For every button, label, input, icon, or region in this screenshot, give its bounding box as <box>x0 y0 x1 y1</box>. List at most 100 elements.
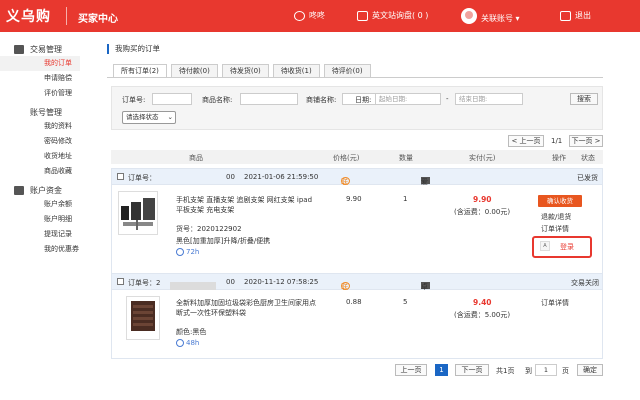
order-status: 已发货 <box>577 174 598 182</box>
ship-time-badge: 72h <box>176 248 199 256</box>
ship-time: 48h <box>186 339 200 347</box>
paid-amount: 9.90 <box>473 195 492 204</box>
order-no-value: 00 <box>226 173 235 181</box>
order-tabs: 所有订单(2) 待付款(0) 待发货(0) 待收货(1) 待评价(0) <box>113 64 371 78</box>
col-product: 商品 <box>189 154 203 162</box>
order-time: 2021-01-06 21:59:50 <box>244 173 319 181</box>
breadcrumb: 我购买的订单 <box>107 44 160 54</box>
chat-icon <box>294 10 305 21</box>
sidebar-group-label: 账号管理 <box>30 107 62 117</box>
logout-label: 退出 <box>575 11 591 20</box>
account-label: 关联账号 ▾ <box>481 14 520 23</box>
sidebar-item-details[interactable]: 账户明细 <box>0 212 80 227</box>
product-name-label: 商品名称: <box>202 96 233 104</box>
refund-link[interactable]: 退款/退货 <box>541 212 571 222</box>
login-button[interactable]: A 登录 <box>532 236 592 258</box>
product-title-line: 断式一次性环保塑料袋 <box>176 309 246 317</box>
product-title-link[interactable]: 手机支架 直播支架 追剧支架 网红支架 ipad 平板支架 充电支架 <box>176 195 326 215</box>
sidebar-item-balance[interactable]: 账户余额 <box>0 197 80 212</box>
order-header: 订单号： 00 2021-01-06 21:59:50 联系卖家 爱咪叭网商 已… <box>112 169 602 226</box>
sidebar-item-password[interactable]: 密码修改 <box>0 134 80 149</box>
order-time: 2020-11-12 07:58:25 <box>244 278 319 286</box>
top-prev-page-button[interactable]: < 上一页 <box>508 135 544 147</box>
order-no-label: 订单号: <box>122 96 146 104</box>
sidebar-item-reviews[interactable]: 评价管理 <box>0 86 80 101</box>
ship-time: 72h <box>186 248 200 256</box>
sidebar-item-profile[interactable]: 我的资料 <box>0 119 80 134</box>
product-thumbnail[interactable] <box>118 191 158 235</box>
order-header: 订单号：2 00 2020-11-12 07:58:25 联系卖家 卓凡儿童文具… <box>112 274 602 341</box>
end-date-input[interactable]: 结束日期: <box>455 93 523 105</box>
sidebar-item-my-orders[interactable]: 我的订单 <box>0 56 80 71</box>
logout-link[interactable]: 退出 <box>560 10 591 21</box>
table-header: 商品 价格(元) 数量 实付(元) 操作 状态 <box>111 150 603 164</box>
page-title: 买家中心 <box>78 14 118 25</box>
product-spec: 黑色[加重加厚]升降/折叠/便携 <box>176 237 271 245</box>
chevron-down-icon: ⌄ <box>167 113 173 121</box>
clock-icon <box>176 339 184 347</box>
col-status: 状态 <box>581 154 595 162</box>
login-avatar-icon: A <box>540 241 550 251</box>
status-select-value: 请选择状态 <box>126 113 159 121</box>
inbox-icon <box>357 10 368 21</box>
trash-bag-image <box>131 301 155 331</box>
product-title-link[interactable]: 全新料加厚加固垃圾袋彩色厨房卫生间家用点 断式一次性环保塑料袋 <box>176 298 326 318</box>
date-label: 日期: <box>355 96 372 104</box>
sidebar-item-coupons[interactable]: 我的优惠券 <box>0 242 80 257</box>
sidebar-group-account: 账号管理 <box>0 105 80 119</box>
next-page-button[interactable]: 下一页 <box>455 364 489 376</box>
quantity: 1 <box>403 195 408 203</box>
tab-pending-payment[interactable]: 待付款(0) <box>170 64 218 78</box>
product-title-line: 手机支架 直播支架 追剧支架 网红支架 ipad <box>176 196 313 204</box>
sidebar-item-compensation[interactable]: 申请赔偿 <box>0 71 80 86</box>
account-link[interactable]: 关联账号 ▾ <box>461 7 520 24</box>
prev-page-button[interactable]: 上一页 <box>395 364 427 376</box>
chat-link[interactable]: 咚咚 <box>294 10 325 21</box>
top-page-info: 1/1 <box>551 137 563 145</box>
tab-pending-review[interactable]: 待评价(0) <box>323 64 371 78</box>
avatar-icon <box>461 7 477 24</box>
sidebar-group-funds: 账户资金 <box>0 183 80 197</box>
freight-info: (含运费：0.00元) <box>454 208 511 216</box>
inquiry-link[interactable]: 英文站询盘( 0 ) <box>357 10 428 21</box>
order-checkbox[interactable] <box>117 278 124 285</box>
order-no-input[interactable] <box>152 93 192 105</box>
funds-icon <box>14 185 24 195</box>
product-title-line: 平板支架 充电支架 <box>176 206 235 214</box>
order-detail-link[interactable]: 订单详情 <box>541 298 569 308</box>
status-select[interactable]: 请选择状态 ⌄ <box>122 111 176 124</box>
total-pages: 共1页 <box>496 367 515 375</box>
logout-icon <box>560 10 571 21</box>
top-next-page-button[interactable]: 下一页 > <box>569 135 603 147</box>
order-no-value: 00 <box>226 278 235 286</box>
search-button[interactable]: 搜索 <box>570 93 598 105</box>
order-card: 订单号：2 00 2020-11-12 07:58:25 联系卖家 卓凡儿童文具… <box>111 273 603 359</box>
sidebar-item-favorites[interactable]: 商品收藏 <box>0 164 80 179</box>
page-1-button[interactable]: 1 <box>435 364 448 376</box>
quantity: 5 <box>403 298 408 306</box>
tab-pending-shipment[interactable]: 待发货(0) <box>221 64 269 78</box>
product-thumbnail[interactable] <box>126 296 160 340</box>
unit-price: 9.90 <box>346 195 362 203</box>
order-body: 手机支架 直播支架 追剧支架 网红支架 ipad 平板支架 充电支架 货号：20… <box>112 185 602 275</box>
login-label: 登录 <box>560 243 574 251</box>
sidebar-item-address[interactable]: 收货地址 <box>0 149 80 164</box>
order-body: 全新料加厚加固垃圾袋彩色厨房卫生间家用点 断式一次性环保塑料袋 颜色:黑色 48… <box>112 290 602 358</box>
col-qty: 数量 <box>399 154 413 162</box>
order-no-label: 订单号：2 <box>128 279 161 287</box>
transaction-icon <box>14 44 24 54</box>
site-logo[interactable]: 义乌购 <box>6 6 51 26</box>
sidebar-item-withdrawals[interactable]: 提现记录 <box>0 227 80 242</box>
order-detail-link[interactable]: 订单详情 <box>541 224 569 234</box>
start-date-input[interactable]: 起始日期: <box>375 93 441 105</box>
product-title-line: 全新料加厚加固垃圾袋彩色厨房卫生间家用点 <box>176 299 316 307</box>
tab-all-orders[interactable]: 所有订单(2) <box>113 64 167 78</box>
product-name-input[interactable] <box>240 93 298 105</box>
order-checkbox[interactable] <box>117 173 124 180</box>
goto-page-input[interactable]: 1 <box>535 364 557 376</box>
chat-label: 咚咚 <box>309 11 325 20</box>
logo-divider <box>66 7 67 25</box>
confirm-receipt-button[interactable]: 确认收货 <box>538 195 582 207</box>
tab-pending-receipt[interactable]: 待收货(1) <box>272 64 320 78</box>
goto-confirm-button[interactable]: 确定 <box>577 364 603 376</box>
